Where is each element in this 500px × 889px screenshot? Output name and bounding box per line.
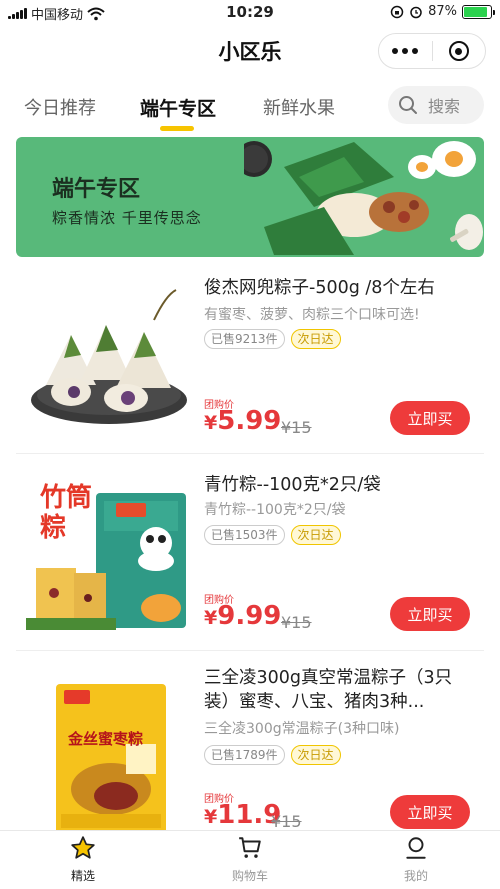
star-icon	[71, 836, 95, 859]
category-tabs: 今日推荐 端午专区 新鲜水果 搜索	[0, 80, 500, 136]
next-day-badge: 次日达	[290, 745, 341, 765]
tab-fresh-fruit[interactable]: 新鲜水果	[263, 94, 335, 120]
next-day-badge: 次日达	[290, 329, 341, 349]
product-name: 俊杰网兜粽子-500g /8个左右	[204, 278, 435, 298]
miniprogram-capsule	[378, 33, 486, 69]
next-day-badge: 次日达	[290, 525, 341, 545]
more-menu-icon[interactable]	[379, 48, 432, 54]
alarm-icon	[410, 6, 422, 18]
product-card[interactable]: 竹筒粽 青竹粽--100克*2只/袋 青竹粽--100克*2只/袋 已售1503…	[16, 455, 484, 651]
close-miniprogram-icon[interactable]	[432, 41, 485, 61]
banner-food-illustration	[244, 141, 483, 255]
sold-count-badge: 已售9213件	[204, 329, 285, 349]
product-image-text: 竹筒粽	[40, 483, 93, 543]
nav-profile[interactable]: 我的	[366, 835, 466, 884]
product-image-text: 金丝蜜枣粽	[68, 730, 144, 748]
bottom-navigation: 精选 购物车 我的	[0, 830, 500, 889]
product-card[interactable]: 金丝蜜枣粽 三全凌300g真空常温粽子（3只装）蜜枣、八宝、猪肉3种... 三全…	[16, 652, 484, 830]
rotation-lock-icon	[390, 5, 404, 18]
group-price: ¥9.99	[204, 601, 282, 631]
product-desc: 青竹粽--100克*2只/袋	[204, 502, 346, 518]
original-price: ¥15	[281, 613, 312, 632]
product-name: 青竹粽--100克*2只/袋	[204, 475, 381, 495]
battery-icon	[462, 4, 495, 19]
product-image	[56, 684, 166, 830]
original-price: ¥15	[271, 812, 302, 830]
group-price: ¥5.99	[204, 406, 282, 436]
status-bar: 中国移动 10:29 87%	[0, 0, 500, 26]
banner-title: 端午专区	[52, 177, 141, 202]
duanwu-banner[interactable]: 端午专区 粽香情浓 千里传思念	[16, 137, 484, 257]
search-button[interactable]: 搜索	[388, 86, 484, 124]
profile-icon	[406, 837, 426, 859]
product-card[interactable]: 俊杰网兜粽子-500g /8个左右 有蜜枣、菠萝、肉粽三个口味可选! 已售921…	[16, 262, 484, 454]
nav-cart[interactable]: 购物车	[200, 835, 300, 884]
active-tab-indicator	[160, 126, 194, 131]
search-label: 搜索	[428, 97, 461, 116]
battery-percent: 87%	[428, 4, 457, 19]
cart-icon	[239, 837, 261, 858]
original-price: ¥15	[281, 418, 312, 437]
group-price: ¥11.9	[204, 800, 282, 830]
tab-today[interactable]: 今日推荐	[24, 94, 96, 120]
buy-now-button[interactable]: 立即买	[390, 401, 470, 435]
product-image	[31, 289, 187, 424]
product-desc: 三全凌300g常温粽子(3种口味)	[204, 721, 400, 737]
nav-label: 我的	[403, 869, 428, 883]
nav-label: 精选	[70, 869, 95, 883]
banner-subtitle: 粽香情浓 千里传思念	[52, 209, 202, 227]
product-name: 三全凌300g真空常温粽子（3只装）蜜枣、八宝、猪肉3种...	[204, 668, 453, 712]
nav-label: 购物车	[231, 869, 268, 883]
sold-count-badge: 已售1503件	[204, 525, 285, 545]
nav-featured[interactable]: 精选	[33, 835, 133, 884]
buy-now-button[interactable]: 立即买	[390, 597, 470, 631]
sold-count-badge: 已售1789件	[204, 745, 285, 765]
search-icon	[399, 96, 417, 114]
tab-duanwu[interactable]: 端午专区	[140, 94, 216, 121]
buy-now-button[interactable]: 立即买	[390, 795, 470, 829]
title-bar: 小区乐	[0, 26, 500, 76]
product-desc: 有蜜枣、菠萝、肉粽三个口味可选!	[204, 307, 420, 323]
